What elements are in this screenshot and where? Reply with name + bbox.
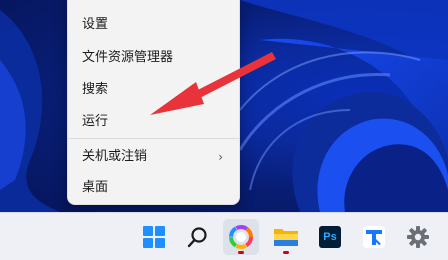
menu-item-label: 设置 xyxy=(82,17,109,32)
file-explorer-icon xyxy=(274,229,298,246)
colorful-app-icon xyxy=(229,225,253,249)
menu-item-search[interactable]: 搜索 xyxy=(82,77,231,103)
running-indicator xyxy=(283,251,289,254)
menu-item-label: 文件资源管理器 xyxy=(82,50,174,65)
start-context-menu: 设置 文件资源管理器 搜索 运行 关机或注销 › 桌面 xyxy=(67,0,240,205)
blue-t-app-icon xyxy=(363,226,385,248)
taskbar-colorful-app[interactable] xyxy=(223,219,259,255)
start-icon xyxy=(143,226,165,248)
menu-item-label: 桌面 xyxy=(82,180,109,195)
taskbar: Ps xyxy=(0,212,448,260)
menu-item-label: 搜索 xyxy=(82,82,109,97)
menu-item-desktop[interactable]: 桌面 xyxy=(82,175,231,201)
menu-item-shutdown-or-sign-out[interactable]: 关机或注销 › xyxy=(82,144,231,170)
menu-divider xyxy=(68,138,239,139)
running-indicator xyxy=(238,251,244,254)
taskbar-search-button[interactable] xyxy=(180,219,216,255)
menu-item-settings[interactable]: 设置 xyxy=(82,12,231,38)
search-icon xyxy=(187,227,207,248)
start-button[interactable] xyxy=(136,219,172,255)
menu-item-label: 关机或注销 xyxy=(82,149,148,164)
menu-item-run[interactable]: 运行 xyxy=(82,109,231,135)
taskbar-photoshop[interactable]: Ps xyxy=(312,219,348,255)
taskbar-blue-t-app[interactable] xyxy=(356,219,392,255)
taskbar-settings[interactable] xyxy=(400,219,436,255)
menu-item-file-explorer[interactable]: 文件资源管理器 xyxy=(82,45,231,71)
taskbar-file-explorer[interactable] xyxy=(268,219,304,255)
settings-gear-icon xyxy=(407,226,429,248)
menu-item-label: 运行 xyxy=(82,114,109,129)
photoshop-icon: Ps xyxy=(319,226,341,248)
chevron-right-icon: › xyxy=(218,150,223,164)
